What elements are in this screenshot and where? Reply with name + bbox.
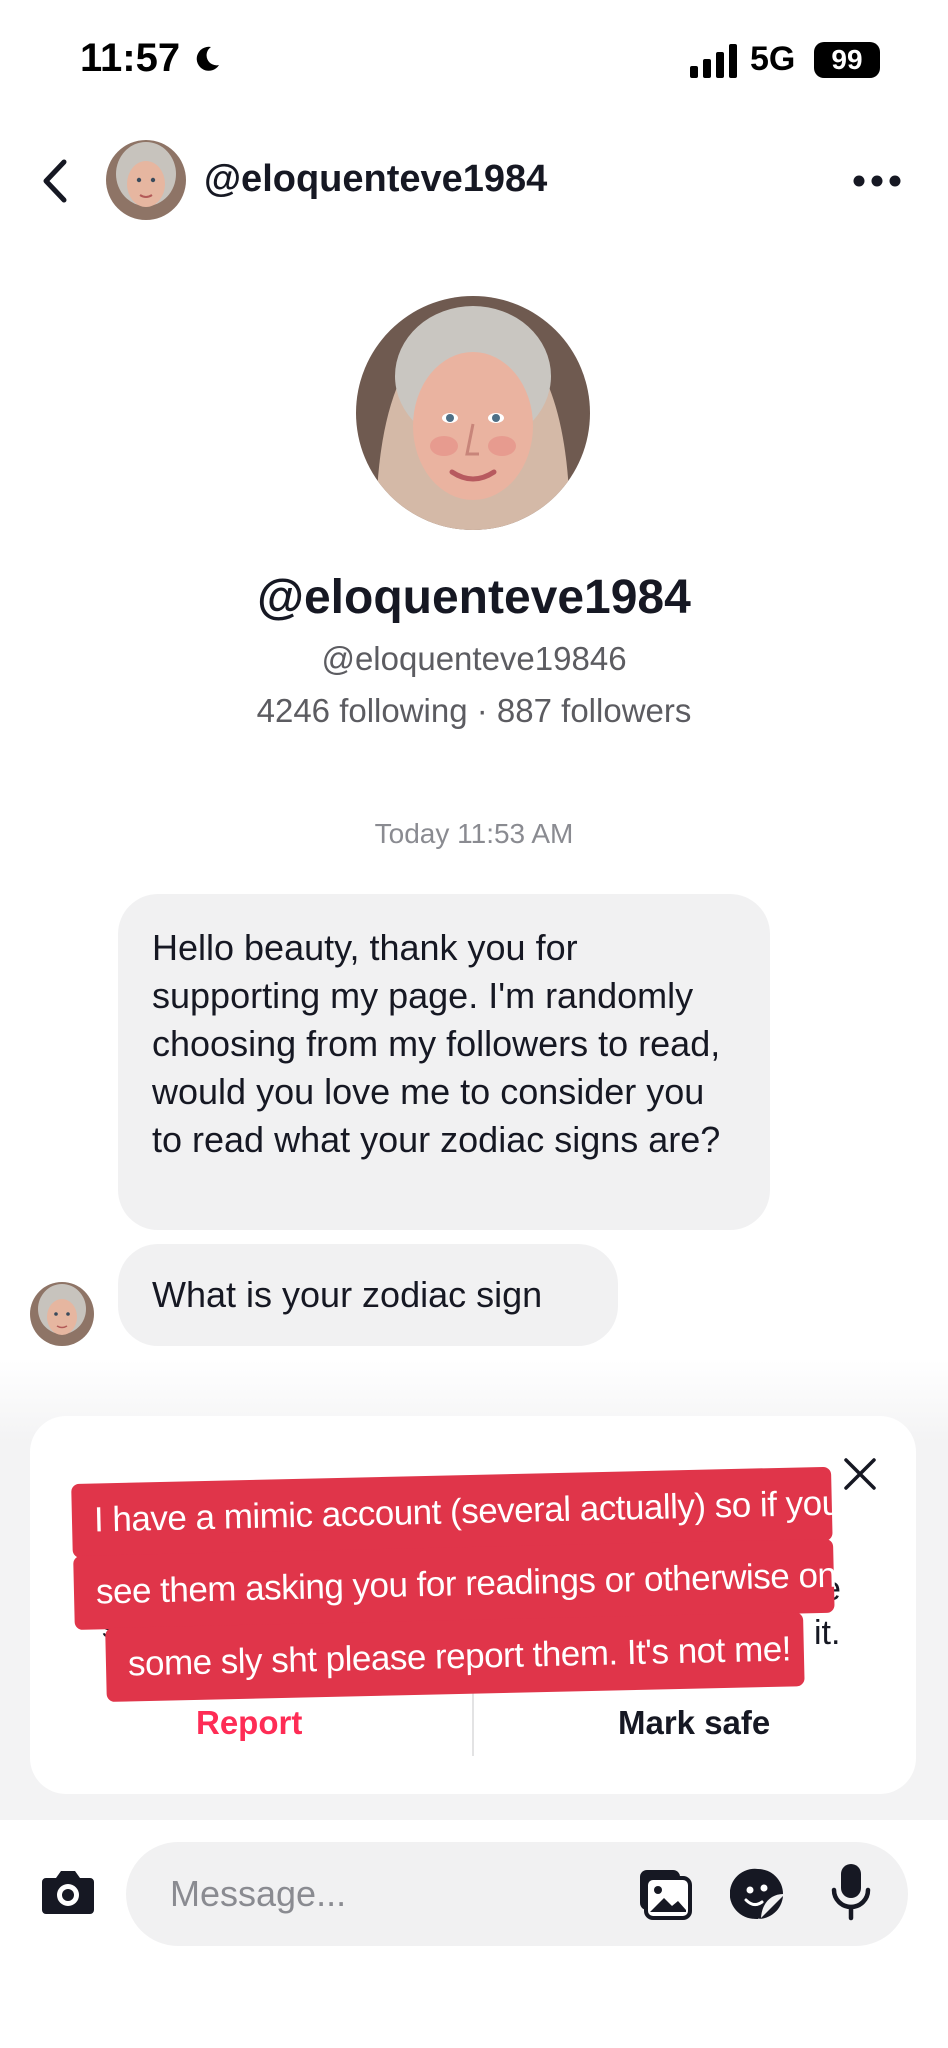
message-timestamp: Today 11:53 AM bbox=[374, 818, 574, 849]
chat-header: @eloquenteve1984 bbox=[0, 120, 948, 240]
signal-icon bbox=[690, 44, 737, 78]
message-input[interactable] bbox=[126, 1842, 908, 1946]
status-bar: 11:57 5G 99 bbox=[0, 0, 948, 120]
message-bubble[interactable]: What is your zodiac sign bbox=[118, 1244, 618, 1346]
close-icon[interactable] bbox=[842, 1456, 878, 1492]
sender-photo bbox=[30, 1282, 94, 1346]
profile-avatar[interactable] bbox=[356, 296, 590, 530]
message-bubble[interactable]: Hello beauty, thank you for supporting m… bbox=[118, 894, 770, 1230]
profile-photo bbox=[356, 296, 590, 530]
back-arrow-icon[interactable] bbox=[36, 158, 76, 204]
profile-display-name: @eloquenteve1984 bbox=[257, 571, 691, 624]
battery-indicator: 99 bbox=[814, 42, 880, 78]
sticker-icon[interactable] bbox=[730, 1866, 786, 1922]
sender-avatar[interactable] bbox=[30, 1282, 94, 1346]
camera-icon[interactable] bbox=[40, 1868, 96, 1916]
report-button[interactable]: Report bbox=[196, 1704, 302, 1742]
image-gallery-icon[interactable] bbox=[636, 1866, 692, 1922]
status-time: 11:57 bbox=[80, 36, 181, 80]
avatar-photo bbox=[106, 140, 186, 220]
caption-line: some sly sht please report them. It's no… bbox=[105, 1612, 805, 1702]
header-username[interactable]: @eloquenteve1984 bbox=[204, 158, 547, 201]
microphone-icon[interactable] bbox=[830, 1862, 872, 1922]
mark-safe-button[interactable]: Mark safe bbox=[618, 1704, 770, 1742]
warning-text-fragment: it. bbox=[814, 1614, 841, 1652]
network-label: 5G bbox=[750, 40, 796, 78]
avatar[interactable] bbox=[106, 140, 186, 220]
more-options-icon[interactable] bbox=[852, 174, 902, 188]
profile-handle: @eloquenteve19846 bbox=[321, 640, 627, 677]
profile-stats: 4246 following · 887 followers bbox=[256, 692, 692, 729]
moon-icon bbox=[196, 46, 219, 71]
button-divider bbox=[472, 1690, 474, 1756]
